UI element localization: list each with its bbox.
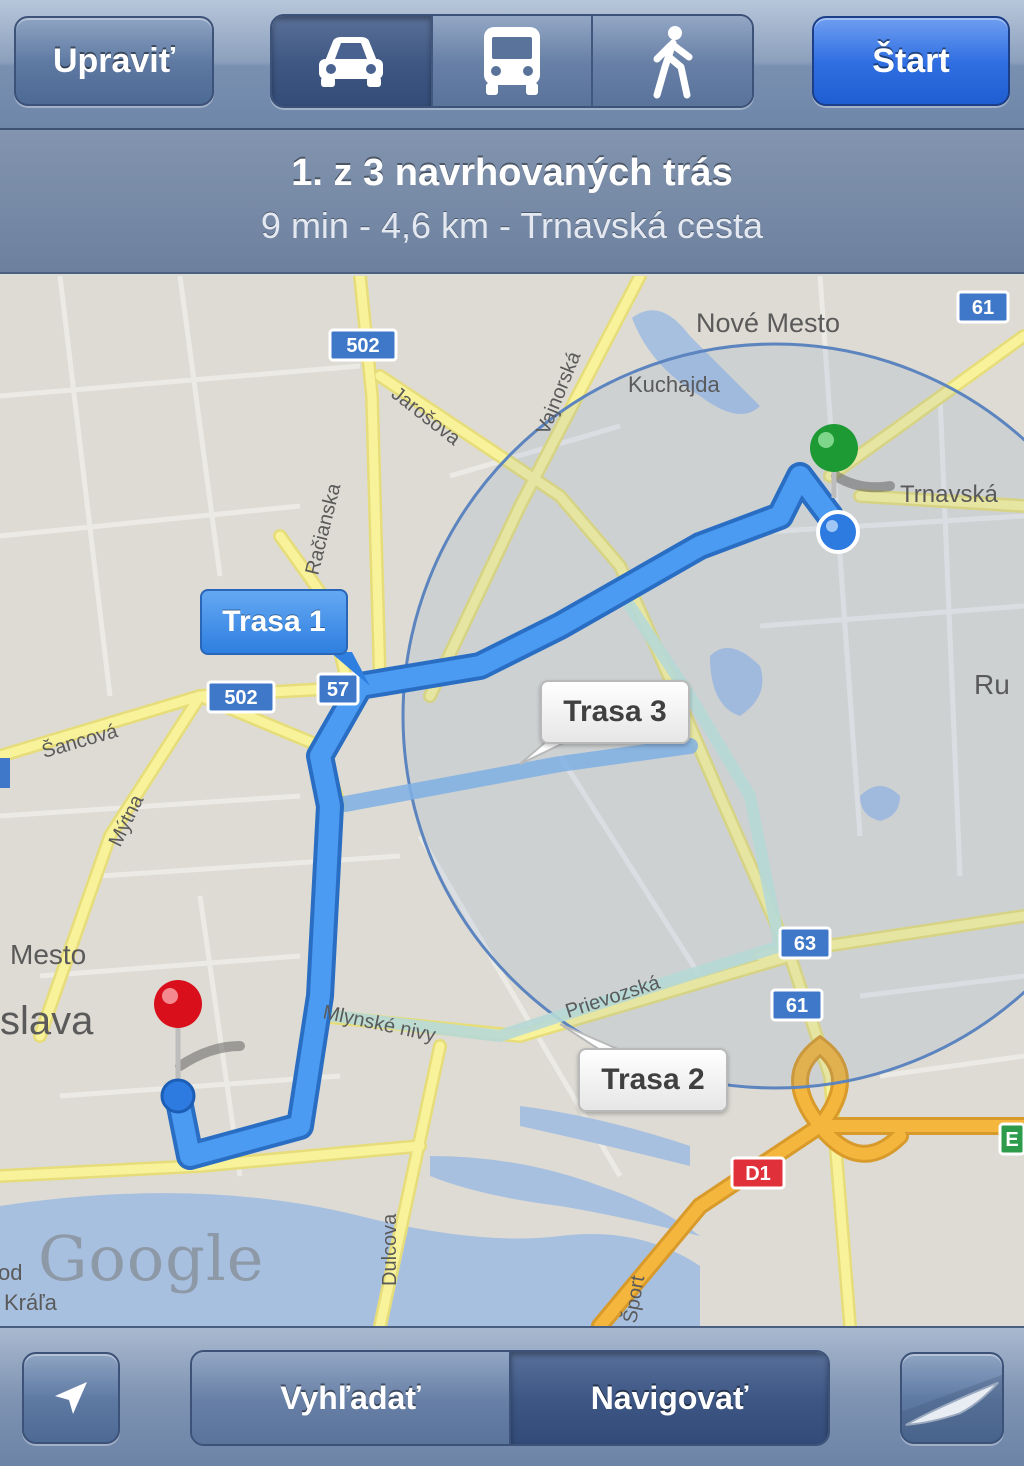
location-arrow-icon	[55, 1382, 87, 1414]
map-canvas: 502 502 61 57 63 61 D1 E Nové Mesto Kuch…	[0, 276, 1024, 1326]
transport-mode-control	[270, 14, 754, 108]
map-view[interactable]: 502 502 61 57 63 61 D1 E Nové Mesto Kuch…	[0, 276, 1024, 1326]
page-curl-icon	[902, 1374, 1002, 1442]
svg-text:61: 61	[972, 297, 994, 319]
route-2-callout[interactable]: Trasa 2	[578, 1048, 728, 1112]
place-kuchajda: Kuchajda	[628, 372, 721, 397]
route-count-title: 1. z 3 navrhovaných trás	[291, 152, 733, 194]
bus-icon	[484, 27, 540, 95]
route-3-callout[interactable]: Trasa 3	[540, 680, 690, 744]
navigate-tab[interactable]: Navigovať	[509, 1352, 828, 1444]
street-dulcova: Dulcova	[379, 1213, 401, 1286]
svg-text:502: 502	[224, 687, 257, 709]
mode-transit-tab[interactable]	[430, 16, 592, 106]
edit-button[interactable]: Upraviť	[14, 16, 214, 106]
locate-button[interactable]	[22, 1352, 120, 1444]
route-1-callout[interactable]: Trasa 1	[200, 589, 348, 655]
place-mesto: Mesto	[10, 939, 86, 970]
svg-text:502: 502	[346, 335, 379, 357]
search-tab[interactable]: Vyhľadať	[192, 1352, 509, 1444]
place-od: od	[0, 1260, 22, 1285]
mode-car-tab[interactable]	[272, 16, 431, 106]
current-location-dot	[816, 510, 860, 554]
google-logo: Google	[38, 1222, 265, 1295]
svg-text:63: 63	[794, 933, 816, 955]
walk-icon	[653, 26, 693, 99]
search-navigate-control: Vyhľadať Navigovať	[190, 1350, 830, 1446]
top-toolbar: Upraviť Štart	[0, 0, 1024, 130]
place-nove-mesto: Nové Mesto	[696, 308, 840, 338]
svg-text:61: 61	[786, 995, 808, 1017]
page-curl-button[interactable]	[900, 1352, 1004, 1444]
mode-walk-tab[interactable]	[591, 16, 752, 106]
car-icon	[319, 37, 384, 87]
start-button[interactable]: Štart	[812, 16, 1010, 106]
place-bratislava: slava	[0, 999, 94, 1043]
svg-text:E: E	[1005, 1129, 1018, 1151]
bottom-toolbar: Vyhľadať Navigovať	[0, 1326, 1024, 1466]
route-summary: 9 min - 4,6 km - Trnavská cesta	[260, 205, 764, 246]
place-ru: Ru	[974, 669, 1010, 700]
street-trnavska: Trnavská	[900, 481, 998, 508]
route-info-bar: 1. z 3 navrhovaných trás 9 min - 4,6 km …	[0, 130, 1024, 274]
svg-text:57: 57	[327, 679, 349, 701]
svg-text:D1: D1	[745, 1163, 771, 1185]
